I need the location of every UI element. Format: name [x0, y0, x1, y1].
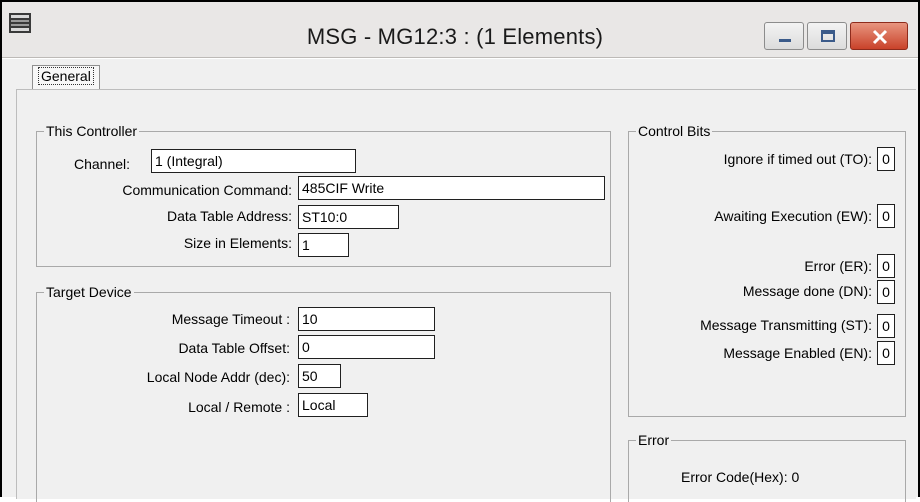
message-window: MSG - MG12:3 : (1 Elements) General This…	[0, 0, 920, 502]
data-table-address-field[interactable]: ST10:0	[298, 205, 399, 229]
bit-label-to: Ignore if timed out (TO):	[723, 151, 872, 167]
bit-value-st[interactable]: 0	[877, 314, 895, 338]
size-in-elements-label: Size in Elements:	[183, 235, 292, 251]
title-bar[interactable]: MSG - MG12:3 : (1 Elements)	[2, 2, 918, 58]
error-title: Error	[636, 432, 672, 448]
bit-label-ew: Awaiting Execution (EW):	[714, 208, 872, 224]
maximize-button[interactable]	[807, 22, 847, 50]
bit-label-er: Error (ER):	[804, 258, 872, 274]
size-in-elements-field[interactable]: 1	[298, 233, 349, 257]
local-node-addr-field[interactable]: 50	[298, 364, 341, 388]
data-table-address-label: Data Table Address:	[166, 208, 292, 224]
bit-value-ew[interactable]: 0	[877, 204, 895, 228]
comm-command-field[interactable]: 485CIF Write	[298, 176, 605, 200]
channel-label: Channel:	[74, 156, 131, 172]
bit-value-er[interactable]: 0	[877, 254, 895, 278]
comm-command-label: Communication Command:	[122, 182, 292, 198]
dialog-client: General This Controller Channel: 1 (Inte…	[2, 59, 918, 502]
local-remote-label: Local / Remote :	[188, 399, 290, 415]
tab-general[interactable]: General	[32, 65, 100, 89]
bit-label-dn: Message done (DN):	[742, 283, 872, 299]
error-code-value: 0	[791, 469, 800, 485]
data-table-offset-label: Data Table Offset:	[178, 340, 290, 356]
control-bits-title: Control Bits	[636, 123, 713, 139]
tab-general-label: General	[38, 67, 94, 85]
bit-value-en[interactable]: 0	[877, 341, 895, 365]
bit-label-en: Message Enabled (EN):	[723, 345, 872, 361]
local-remote-field[interactable]: Local	[298, 393, 368, 417]
close-button[interactable]	[850, 22, 908, 50]
this-controller-title: This Controller	[44, 123, 140, 139]
bit-label-st: Message Transmitting (ST):	[700, 317, 872, 333]
error-code-label: Error Code(Hex): 0	[681, 469, 800, 485]
minimize-button[interactable]	[764, 22, 804, 50]
target-device-title: Target Device	[44, 284, 134, 300]
message-timeout-field[interactable]: 10	[298, 307, 435, 331]
data-table-offset-field[interactable]: 0	[298, 335, 435, 359]
local-node-addr-label: Local Node Addr (dec):	[146, 369, 290, 385]
bit-value-to[interactable]: 0	[877, 147, 895, 171]
minimize-icon	[779, 39, 791, 42]
close-icon	[872, 29, 888, 45]
bit-value-dn[interactable]: 0	[877, 280, 895, 304]
maximize-icon	[821, 30, 835, 42]
channel-field[interactable]: 1 (Integral)	[151, 149, 356, 173]
message-timeout-label: Message Timeout :	[171, 311, 290, 327]
